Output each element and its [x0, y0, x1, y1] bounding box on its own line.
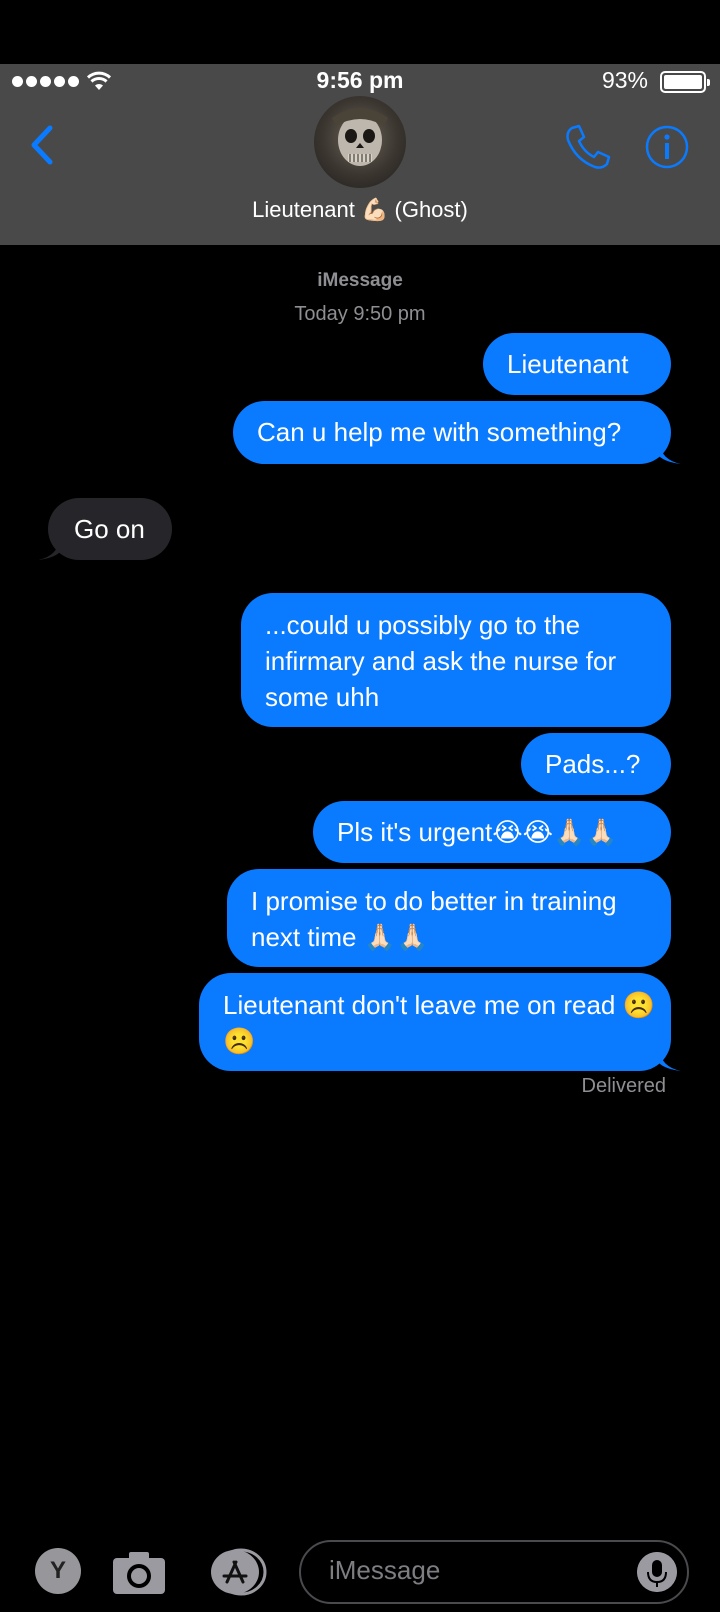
skull-mask-icon [332, 108, 388, 166]
sent-message-bubble[interactable]: Pads...? [521, 733, 671, 795]
received-message-bubble[interactable]: Go on [38, 498, 172, 560]
app-store-icon[interactable] [205, 1546, 267, 1598]
chevron-left-icon[interactable] [24, 120, 64, 170]
message-input-placeholder: iMessage [329, 1555, 441, 1585]
contact-avatar[interactable] [314, 96, 406, 188]
battery-icon [660, 71, 710, 93]
thread-timestamp: Today 9:50 pm [294, 303, 426, 325]
delivered-status: Delivered [581, 1075, 666, 1097]
sent-message-bubble[interactable]: Lieutenant don't leave me on read ☹️☹️ [199, 973, 681, 1071]
sent-message-bubble[interactable]: I promise to do better in training next … [227, 869, 671, 967]
microphone-icon[interactable] [637, 1552, 677, 1592]
message-text: Pls it's urgent😭😭🙏🏻🙏🏻 [337, 817, 618, 847]
sent-message-bubble[interactable]: Lieutenant [483, 333, 671, 395]
message-text: Can u help me with something? [257, 417, 622, 447]
battery-percent: 93% [601, 67, 648, 93]
status-bar: 9:56 pm 93% [0, 64, 720, 100]
message-text: I promise to do better in training next … [251, 886, 617, 952]
message-input[interactable]: iMessage [299, 1540, 689, 1604]
message-text: Go on [74, 514, 145, 544]
bubble-tail [659, 442, 681, 464]
bubble-tail [38, 538, 60, 560]
message-text: ...could u possibly go to the infirmary … [265, 610, 617, 712]
conversation-header: 9:56 pm 93% Lieutenant 💪🏻 (Ghost) [0, 64, 720, 245]
message-text: Lieutenant [507, 349, 629, 379]
bubble-tail [659, 1049, 681, 1071]
phone-icon[interactable] [562, 122, 612, 172]
sent-message-bubble[interactable]: Can u help me with something? [233, 401, 681, 464]
message-text: Lieutenant don't leave me on read ☹️☹️ [223, 990, 655, 1056]
message-text: Pads...? [545, 749, 641, 779]
top-black-band [0, 0, 720, 64]
contact-name[interactable]: Lieutenant 💪🏻 (Ghost) [0, 197, 720, 223]
composer-bar: Y iMessage [0, 1532, 720, 1612]
info-icon[interactable] [644, 124, 690, 170]
youtube-app-icon[interactable]: Y [35, 1548, 81, 1594]
camera-icon[interactable] [111, 1550, 167, 1596]
sent-message-bubble[interactable]: Pls it's urgent😭😭🙏🏻🙏🏻 [313, 801, 671, 863]
service-label: iMessage [317, 270, 403, 291]
sent-message-bubble[interactable]: ...could u possibly go to the infirmary … [241, 593, 671, 727]
